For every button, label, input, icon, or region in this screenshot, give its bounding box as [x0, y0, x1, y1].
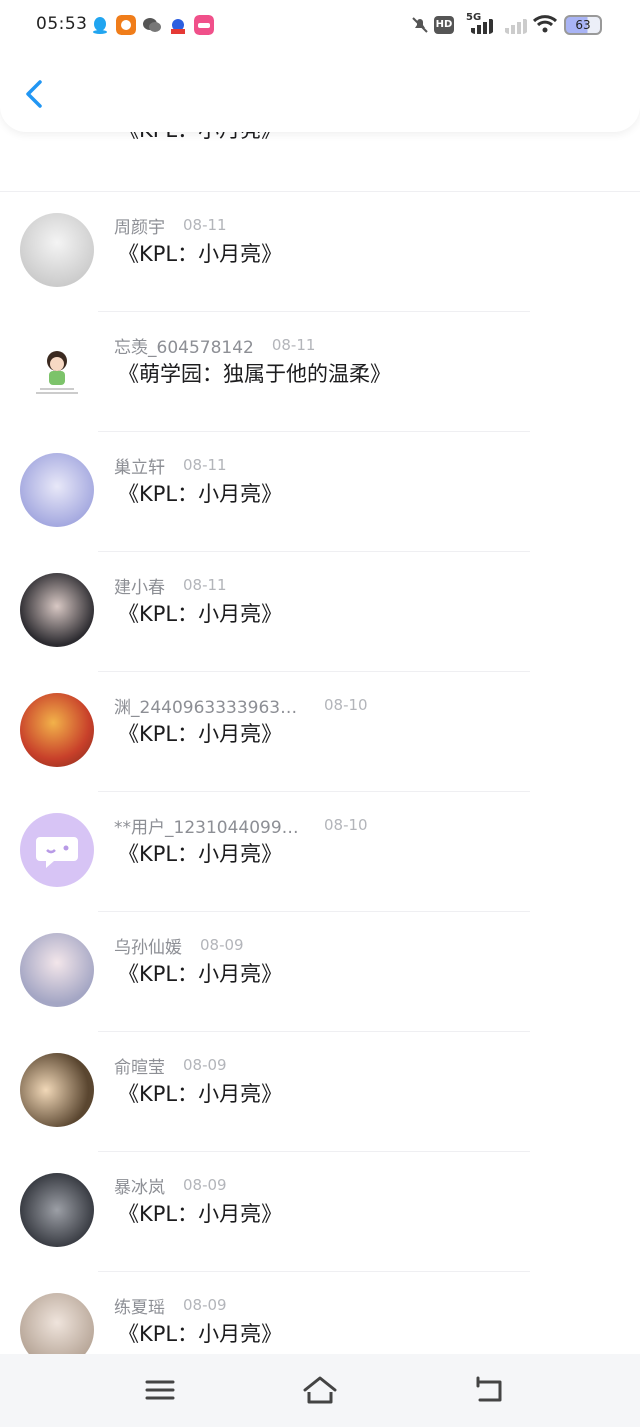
chevron-left-icon[interactable] [18, 76, 54, 112]
app-icon [116, 15, 136, 35]
date: 08-11 [183, 576, 227, 594]
home-icon[interactable] [300, 1372, 340, 1408]
hd-icon: HD [434, 16, 454, 34]
mute-icon [412, 17, 428, 33]
username[interactable]: 乌孙仙媛 [114, 933, 182, 958]
list-item[interactable]: 暴冰岚 08-09 《KPL：小月亮》 [0, 1152, 640, 1272]
item-title: 《KPL：小月亮》 [118, 482, 283, 506]
list-item[interactable]: 渊_244096333396355… 08-10 《KPL：小月亮》 [0, 672, 640, 792]
item-title: 《KPL：小月亮》 [118, 1322, 283, 1346]
list-item[interactable]: **用户_123104409975… 08-10 《KPL：小月亮》 [0, 792, 640, 912]
item-title: 《KPL：小月亮》 [118, 242, 283, 266]
date: 08-09 [200, 936, 244, 954]
date: 08-09 [183, 1056, 227, 1074]
back-icon[interactable] [468, 1372, 508, 1408]
date: 08-10 [324, 696, 368, 714]
avatar[interactable] [20, 813, 94, 887]
list-item[interactable]: 乌孙仙媛 08-09 《KPL：小月亮》 [0, 912, 640, 1032]
avatar[interactable] [20, 1173, 94, 1247]
username[interactable]: 俞暄莹 [114, 1053, 165, 1078]
item-title: 《KPL：小月亮》 [118, 602, 283, 626]
date: 08-11 [183, 216, 227, 234]
menu-icon[interactable] [140, 1372, 180, 1408]
item-title: 《KPL：小月亮》 [118, 1202, 283, 1226]
list-item[interactable]: 建小春 08-11 《KPL：小月亮》 [0, 552, 640, 672]
username[interactable]: 练夏瑶 [114, 1293, 165, 1318]
date: 08-10 [324, 816, 368, 834]
wifi-icon [532, 15, 558, 33]
avatar[interactable] [20, 1053, 94, 1127]
username[interactable]: 忘羡_604578142 [114, 333, 254, 358]
username[interactable]: 周颜宇 [114, 213, 165, 238]
avatar[interactable] [20, 573, 94, 647]
header [0, 52, 640, 132]
avatar[interactable] [20, 693, 94, 767]
date: 08-11 [271, 336, 316, 354]
avatar[interactable] [20, 333, 94, 407]
status-bar: 05:53 HD 5G 63 [0, 0, 640, 52]
username[interactable]: **用户_123104409975… [114, 813, 304, 838]
baidu-icon [168, 15, 188, 35]
username[interactable]: 暴冰岚 [114, 1173, 165, 1198]
list-item[interactable]: 忘羡_604578142 08-11 《萌学园：独属于他的温柔》 [0, 312, 640, 432]
avatar[interactable] [20, 453, 94, 527]
wechat-icon [143, 18, 161, 32]
list-item[interactable]: 周颜宇 08-11 《KPL：小月亮》 [0, 192, 640, 312]
date: 08-11 [183, 456, 227, 474]
signal-icon [505, 19, 527, 34]
qq-icon [93, 17, 107, 34]
battery-level: 63 [575, 18, 591, 32]
avatar[interactable] [20, 213, 94, 287]
list-item[interactable]: 俞暄莹 08-09 《KPL：小月亮》 [0, 1032, 640, 1152]
list-item[interactable]: 练夏瑶 08-09 《KPL：小月亮》 [0, 1272, 640, 1354]
username[interactable]: 渊_244096333396355… [114, 693, 304, 718]
status-time: 05:53 [36, 14, 88, 34]
date: 08-09 [183, 1176, 227, 1194]
item-title: 《KPL：小月亮》 [118, 722, 283, 746]
system-nav-bar [0, 1354, 640, 1427]
hd-label: HD [435, 19, 453, 30]
item-title: 《KPL：小月亮》 [118, 962, 283, 986]
item-title: 《KPL：小月亮》 [118, 842, 283, 866]
item-title: 《萌学园：独属于他的温柔》 [118, 362, 391, 386]
date: 08-09 [183, 1296, 227, 1314]
username[interactable]: 建小春 [114, 573, 165, 598]
avatar[interactable] [20, 1293, 94, 1354]
cartoon-girl-icon [36, 351, 78, 394]
item-title: 《KPL：小月亮》 [118, 1082, 283, 1106]
chat-bubble-icon [36, 837, 78, 868]
username[interactable]: 巢立轩 [114, 453, 165, 478]
battery-icon: 63 [564, 15, 602, 35]
comment-list[interactable]: 《KPL：小月亮》 周颜宇 08-11 《KPL：小月亮》 忘羡_60457814… [0, 92, 640, 1354]
signal-icon [471, 19, 493, 34]
avatar[interactable] [20, 933, 94, 1007]
soul-icon [194, 15, 214, 35]
list-item[interactable]: 巢立轩 08-11 《KPL：小月亮》 [0, 432, 640, 552]
